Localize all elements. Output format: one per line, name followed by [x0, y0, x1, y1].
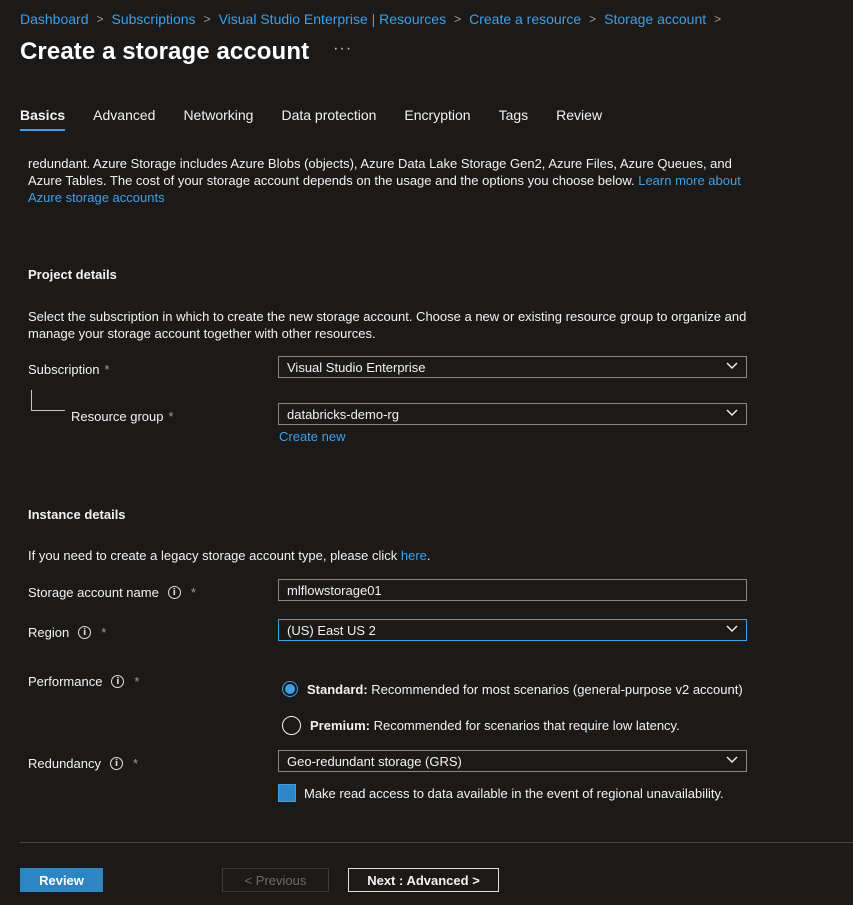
resource-group-label-text: Resource group: [71, 409, 164, 424]
project-details-description: Select the subscription in which to crea…: [28, 309, 747, 341]
read-access-checkbox[interactable]: [278, 784, 296, 802]
tab-bar: Basics Advanced Networking Data protecti…: [20, 107, 630, 131]
breadcrumb-separator: >: [203, 12, 211, 26]
subscription-select[interactable]: Visual Studio Enterprise: [278, 356, 747, 378]
tab-advanced[interactable]: Advanced: [93, 107, 155, 131]
project-details-heading: Project details: [28, 267, 117, 282]
chevron-down-icon: [726, 756, 738, 763]
review-button[interactable]: Review: [20, 868, 103, 892]
storage-account-name-label-text: Storage account name: [28, 585, 159, 600]
previous-button[interactable]: < Previous: [222, 868, 329, 892]
breadcrumb-resources[interactable]: Visual Studio Enterprise | Resources: [219, 11, 447, 27]
region-select[interactable]: (US) East US 2: [278, 619, 747, 641]
breadcrumb-storage-account[interactable]: Storage account: [604, 11, 706, 27]
tab-tags[interactable]: Tags: [499, 107, 529, 131]
chevron-down-icon: [726, 362, 738, 369]
required-marker: *: [101, 625, 107, 640]
read-access-label: Make read access to data available in th…: [304, 785, 724, 801]
info-icon[interactable]: i: [111, 675, 125, 688]
storage-account-name-value: mlflowstorage01: [287, 582, 382, 598]
region-value: (US) East US 2: [287, 622, 376, 638]
legacy-here-link[interactable]: here: [401, 548, 427, 563]
standard-option-text: Recommended for most scenarios (general-…: [367, 681, 743, 697]
info-icon[interactable]: i: [110, 757, 123, 770]
read-access-option[interactable]: Make read access to data available in th…: [278, 784, 724, 802]
legacy-text: If you need to create a legacy storage a…: [28, 547, 758, 564]
info-icon[interactable]: i: [167, 586, 181, 599]
performance-premium-option[interactable]: Premium: Recommended for scenarios that …: [282, 716, 680, 735]
tab-basics[interactable]: Basics: [20, 107, 66, 131]
standard-option-label: Standard: Recommended for most scenarios…: [307, 682, 743, 697]
performance-label: Performance i *: [28, 674, 139, 689]
breadcrumb-create-resource[interactable]: Create a resource: [469, 11, 581, 27]
chevron-down-icon: [726, 409, 738, 416]
breadcrumb-separator: >: [454, 12, 462, 26]
more-options-button[interactable]: ···: [333, 40, 352, 58]
breadcrumb-separator: >: [96, 12, 104, 26]
tree-connector: [31, 390, 65, 411]
performance-label-text: Performance: [28, 674, 103, 689]
next-advanced-button[interactable]: Next : Advanced >: [348, 868, 499, 892]
resource-group-select[interactable]: databricks-demo-rg: [278, 403, 747, 425]
storage-account-name-label: Storage account name i *: [28, 585, 196, 600]
region-label: Region i *: [28, 625, 106, 640]
standard-option-bold: Standard:: [307, 681, 368, 697]
tab-review[interactable]: Review: [556, 107, 602, 131]
tab-data-protection[interactable]: Data protection: [281, 107, 376, 131]
info-icon[interactable]: i: [78, 626, 92, 639]
redundancy-select[interactable]: Geo-redundant storage (GRS): [278, 750, 747, 772]
intro-text: redundant. Azure Storage includes Azure …: [28, 155, 758, 206]
instance-details-heading: Instance details: [28, 507, 126, 522]
required-marker: *: [190, 585, 196, 600]
create-new-link[interactable]: Create new: [279, 429, 345, 444]
breadcrumb-separator: >: [589, 12, 597, 26]
breadcrumb-separator: >: [714, 12, 722, 26]
performance-standard-option[interactable]: Standard: Recommended for most scenarios…: [282, 681, 743, 697]
intro-body: redundant. Azure Storage includes Azure …: [28, 156, 732, 188]
storage-account-name-input[interactable]: mlflowstorage01: [278, 579, 747, 601]
page-title: Create a storage account: [20, 38, 310, 65]
redundancy-value: Geo-redundant storage (GRS): [287, 753, 462, 769]
subscription-label: Subscription *: [28, 362, 110, 377]
radio-button[interactable]: [282, 716, 301, 735]
subscription-label-text: Subscription: [28, 362, 100, 377]
tab-networking[interactable]: Networking: [183, 107, 253, 131]
breadcrumb-dashboard[interactable]: Dashboard: [20, 11, 89, 27]
premium-option-text: Recommended for scenarios that require l…: [369, 718, 680, 733]
premium-option-bold: Premium:: [310, 718, 370, 733]
resource-group-label: Resource group *: [71, 409, 174, 424]
breadcrumb: Dashboard > Subscriptions > Visual Studi…: [20, 11, 729, 27]
redundancy-label-text: Redundancy: [28, 756, 101, 771]
tab-encryption[interactable]: Encryption: [404, 107, 470, 131]
required-marker: *: [168, 409, 174, 424]
region-label-text: Region: [28, 625, 70, 640]
subscription-value: Visual Studio Enterprise: [287, 359, 426, 375]
required-marker: *: [104, 362, 110, 377]
chevron-down-icon: [726, 625, 738, 632]
premium-option-label: Premium: Recommended for scenarios that …: [310, 718, 680, 733]
legacy-text-end: .: [426, 548, 431, 563]
required-marker: *: [133, 756, 139, 771]
title-row: Create a storage account ···: [20, 38, 352, 66]
required-marker: *: [134, 674, 140, 689]
legacy-text-body: If you need to create a legacy storage a…: [28, 548, 401, 563]
redundancy-label: Redundancy i *: [28, 756, 138, 771]
footer-divider: [20, 842, 853, 843]
breadcrumb-subscriptions[interactable]: Subscriptions: [112, 11, 196, 27]
resource-group-value: databricks-demo-rg: [287, 406, 399, 422]
radio-button-selected[interactable]: [282, 681, 298, 697]
